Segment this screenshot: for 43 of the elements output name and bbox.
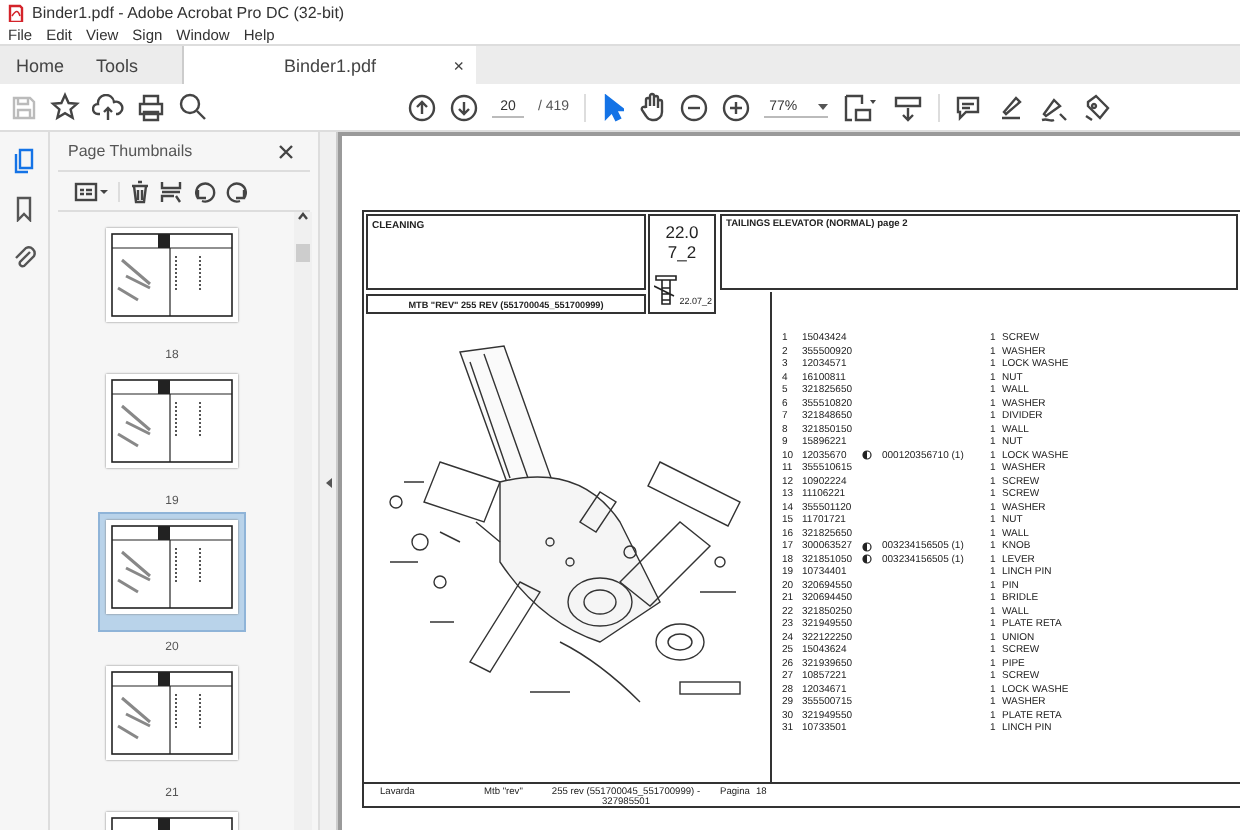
close-tab-button[interactable]: × (453, 55, 465, 75)
fit-page-icon[interactable] (841, 93, 878, 121)
caret-icon (817, 103, 828, 109)
hand-icon[interactable] (637, 92, 666, 122)
comment-icon[interactable] (953, 93, 982, 121)
scrollbar[interactable] (294, 212, 312, 830)
pdf-file-icon (8, 3, 24, 21)
zoom-out-icon[interactable] (679, 93, 708, 121)
page-thumbnail[interactable] (106, 666, 238, 760)
page-thumbnail[interactable] (106, 374, 238, 468)
tab[interactable]: Binder1.pdf × (184, 46, 477, 84)
collapse-caret-icon[interactable] (325, 478, 331, 488)
sign-pen-icon[interactable] (1037, 93, 1068, 121)
panel-title: Page Thumbnails (68, 142, 193, 160)
half-circle-icon (862, 450, 872, 461)
tab[interactable]: Home (0, 46, 81, 84)
print-icon[interactable] (136, 93, 166, 121)
page-up-icon[interactable] (408, 93, 436, 121)
code-number: 22.0 (665, 222, 699, 242)
cloud-upload-icon[interactable] (92, 93, 124, 121)
stamp-icon[interactable] (1081, 93, 1112, 121)
window-title: Binder1.pdf - Adobe Acrobat Pro DC (32-bit) (32, 3, 345, 21)
close-icon[interactable] (278, 143, 294, 159)
thumbnail-options-icon[interactable] (74, 181, 108, 201)
bookmark-icon[interactable] (14, 196, 34, 222)
zoom-in-icon[interactable] (721, 93, 750, 121)
paperclip-icon[interactable] (12, 244, 36, 270)
bolt-icon (654, 274, 678, 306)
scroll-mode-icon[interactable] (891, 93, 924, 121)
scroll-up-icon[interactable] (298, 212, 308, 220)
extract-pages-icon[interactable] (160, 179, 182, 203)
code-suffix: 7_2 (667, 242, 697, 262)
page-thumbnail[interactable] (106, 520, 238, 614)
rotate-left-icon[interactable] (192, 179, 216, 203)
trash-icon[interactable] (130, 179, 150, 203)
scrollbar-thumb[interactable] (296, 244, 310, 262)
search-icon[interactable] (178, 92, 208, 122)
star-icon[interactable] (50, 92, 80, 122)
page-thumbnail[interactable] (106, 228, 238, 322)
page-down-icon[interactable] (450, 93, 478, 121)
rotate-right-icon[interactable] (226, 179, 250, 203)
pages-icon[interactable] (12, 148, 36, 174)
pointer-icon[interactable] (599, 93, 624, 121)
